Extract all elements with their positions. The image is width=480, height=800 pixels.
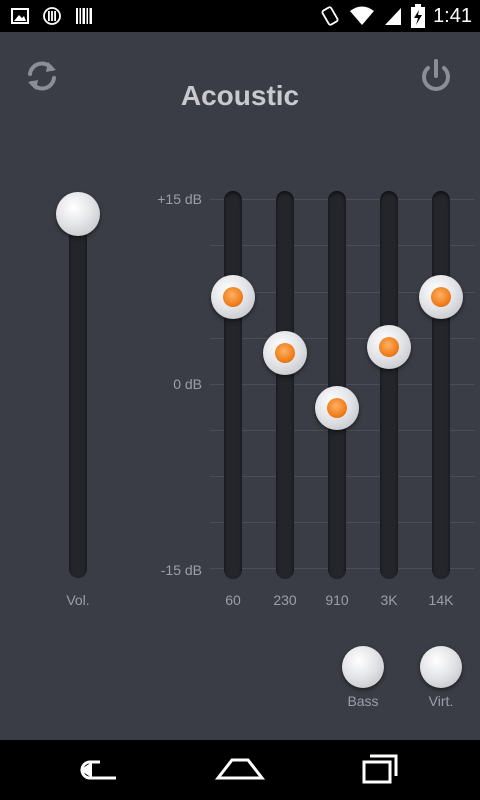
signal-icon [385, 8, 402, 25]
db-label-top: +15 dB [157, 191, 202, 207]
band-slider-track[interactable] [328, 191, 346, 579]
volume-slider-track[interactable] [69, 218, 87, 578]
band-label-230: 230 [273, 592, 297, 608]
db-label-mid: 0 dB [173, 376, 202, 392]
wifi-icon [350, 6, 375, 25]
band-slider-track[interactable] [276, 191, 294, 579]
band-slider-knob[interactable] [315, 386, 359, 431]
battery-charging-icon [411, 4, 426, 28]
equalizer-panel: Acoustic +15 dB 0 dB -15 dB Vol. 60 230 … [0, 32, 480, 740]
bass-label: Bass [347, 693, 379, 709]
knob-indicator [223, 287, 243, 308]
recent-apps-icon[interactable] [350, 750, 410, 790]
knob-indicator [379, 336, 399, 357]
home-icon[interactable] [210, 750, 270, 790]
band-slider-track[interactable] [432, 191, 450, 579]
status-time: 1:41 [433, 4, 472, 27]
bass-boost-knob[interactable] [342, 646, 384, 688]
band-slider-track[interactable] [380, 191, 398, 579]
band-slider-knob[interactable] [419, 275, 463, 320]
knob-indicator [327, 398, 347, 419]
back-icon[interactable] [70, 750, 130, 790]
status-bar: 1:41 [0, 0, 480, 32]
band-slider-track[interactable] [224, 191, 242, 579]
band-slider-knob[interactable] [367, 324, 411, 369]
band-slider-knob[interactable] [263, 330, 307, 375]
navigation-bar [0, 740, 480, 800]
virtualizer-knob[interactable] [420, 646, 462, 688]
band-slider-knob[interactable] [211, 275, 255, 320]
image-icon [11, 8, 29, 24]
db-label-bottom: -15 dB [160, 562, 202, 578]
virtualizer-label: Virt. [428, 693, 454, 709]
screen-rotate-icon [321, 6, 339, 26]
preset-title[interactable]: Acoustic [0, 80, 480, 112]
band-label-910: 910 [325, 592, 349, 608]
knob-indicator [431, 287, 451, 308]
band-label-14k: 14K [428, 592, 454, 608]
equalizer-app-icon [43, 7, 61, 25]
knob-indicator [275, 342, 295, 363]
barcode-icon [76, 8, 92, 24]
band-label-60: 60 [225, 592, 241, 608]
volume-label: Vol. [66, 592, 90, 608]
band-label-3k: 3K [380, 592, 398, 608]
volume-slider-knob[interactable] [56, 192, 100, 236]
